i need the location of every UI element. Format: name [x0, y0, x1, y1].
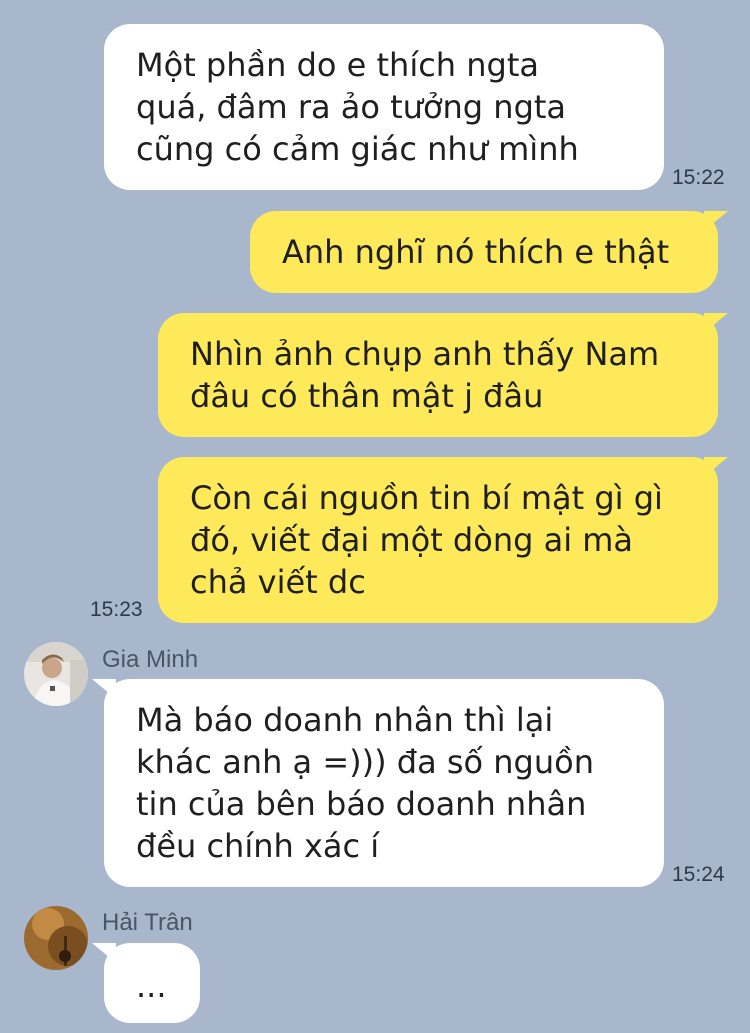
- bubble-tail: [704, 313, 728, 333]
- message-bubble-outgoing[interactable]: Nhìn ảnh chụp anh thấy Nam đâu có thân m…: [158, 313, 718, 437]
- sender-name: Gia Minh: [102, 646, 199, 673]
- bubble-tail: [92, 943, 116, 963]
- avatar-photo-icon: [24, 906, 88, 970]
- message-bubble-incoming[interactable]: Mà báo doanh nhân thì lại khác anh ạ =))…: [104, 679, 664, 887]
- message-timestamp: 15:24: [672, 863, 725, 886]
- avatar[interactable]: [24, 642, 88, 706]
- message-timestamp: 15:22: [672, 166, 725, 189]
- message-bubble-incoming[interactable]: Một phần do e thích ngta quá, đâm ra ảo …: [104, 24, 664, 190]
- message-bubble-outgoing[interactable]: Còn cái nguồn tin bí mật gì gì đó, viết …: [158, 457, 718, 623]
- sender-name: Hải Trân: [102, 909, 193, 936]
- message-bubble-outgoing[interactable]: Anh nghĩ nó thích e thật: [250, 211, 718, 293]
- bubble-tail: [92, 679, 116, 699]
- message-bubble-incoming[interactable]: ...: [104, 943, 200, 1023]
- avatar-photo-icon: [24, 642, 88, 706]
- bubble-tail: [704, 211, 728, 231]
- message-timestamp: 15:23: [90, 598, 143, 621]
- avatar[interactable]: [24, 906, 88, 970]
- bubble-tail: [704, 457, 728, 477]
